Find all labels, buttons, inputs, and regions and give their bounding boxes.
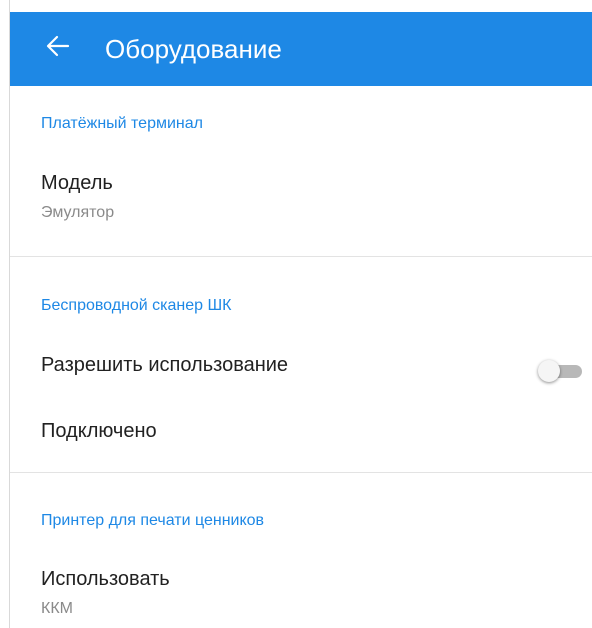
pref-item-model[interactable]: Модель Эмулятор [10,160,592,240]
pref-item-connected[interactable]: Подключено [10,405,592,461]
section-divider [10,256,592,257]
section-header-price-tag-printer: Принтер для печати ценников [41,512,265,529]
pref-item-model-summary: Эмулятор [41,204,115,221]
pref-item-model-title: Модель [41,172,113,194]
pref-item-allow-usage-title: Разрешить использование [41,354,289,376]
equipment-settings-screen: Оборудование Платёжный терминал Модель Э… [0,0,592,628]
section-divider [10,472,592,473]
pref-item-allow-usage[interactable]: Разрешить использование [10,340,592,398]
pref-item-connected-title: Подключено [41,420,157,442]
back-button[interactable] [44,32,72,60]
pref-item-use-printer-summary: ККМ [41,600,73,617]
arrow-left-icon [46,35,70,57]
section-header-payment-terminal: Платёжный терминал [41,115,203,132]
window-edge [9,0,10,628]
pref-item-use-printer-title: Использовать [41,568,170,590]
pref-item-use-printer[interactable]: Использовать ККМ [10,556,592,628]
app-bar: Оборудование [10,12,592,86]
page-title: Оборудование [105,34,282,64]
section-header-wireless-scanner: Беспроводной сканер ШК [41,297,232,314]
switch-thumb [538,360,560,382]
allow-usage-switch[interactable] [538,359,582,383]
